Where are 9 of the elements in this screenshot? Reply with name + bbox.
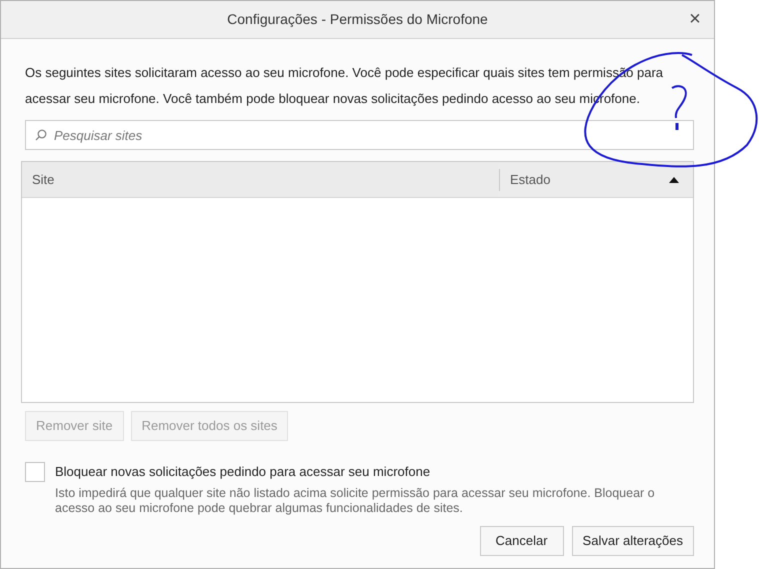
dialog-button[interactable]: Salvar alterações (572, 526, 694, 556)
checkbox-label: Bloquear novas solicitações pedindo para acessar seu microfone (55, 463, 430, 482)
window-title: Configurações - Permissões do Microfone (227, 10, 488, 29)
checkbox[interactable] (25, 462, 45, 482)
search-field[interactable]: Pesquisar sites (25, 120, 694, 150)
note-text: Isto impedirá que qualquer site não listado acima solicite permissão para acessar seu microfone. Bloquear o acesso ao seu microfone pode quebrar algumas funcionalidades de sites. (55, 486, 656, 516)
sort-ascending-icon (669, 176, 679, 182)
close-button[interactable]: × (684, 8, 706, 30)
dialog-button[interactable]: Cancelar (480, 526, 564, 556)
